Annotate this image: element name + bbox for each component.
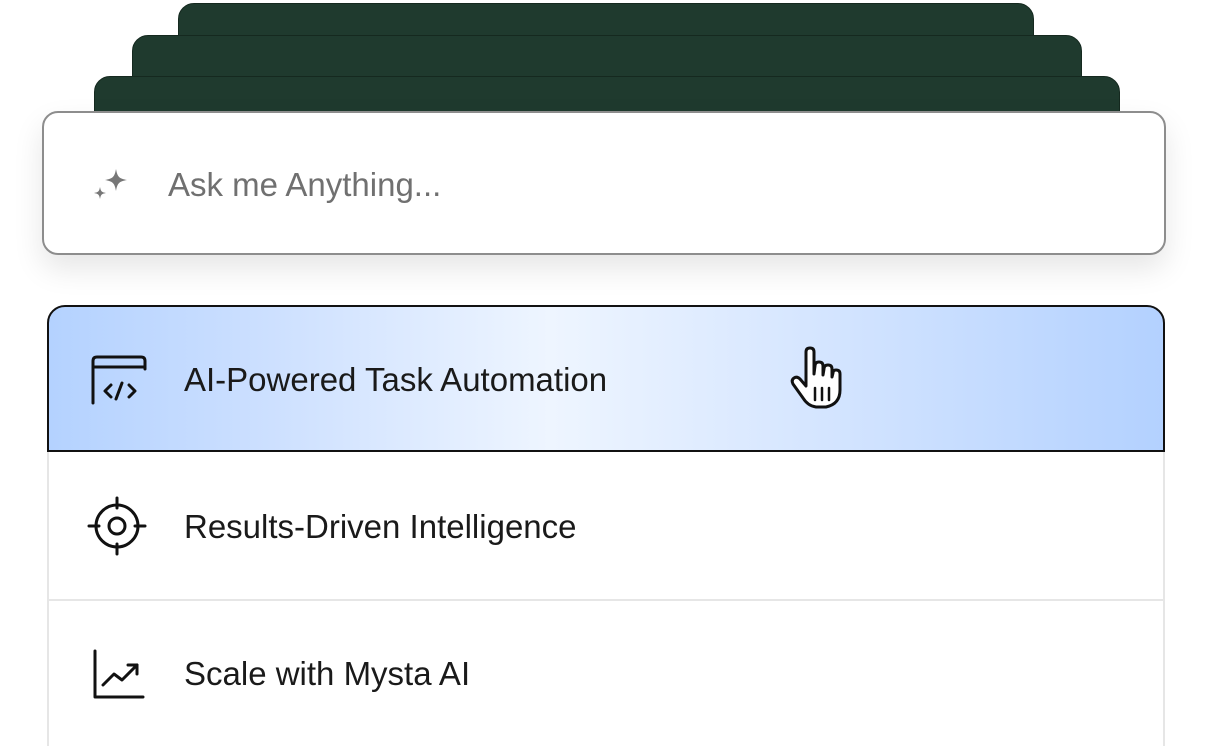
feature-item-results-intelligence[interactable]: Results-Driven Intelligence xyxy=(49,452,1163,601)
search-input[interactable] xyxy=(168,161,1068,209)
feature-list: AI-Powered Task Automation Results-Drive… xyxy=(47,305,1165,746)
code-window-icon xyxy=(91,355,147,405)
search-box[interactable] xyxy=(42,111,1166,255)
feature-label: AI-Powered Task Automation xyxy=(184,361,608,398)
trending-chart-icon xyxy=(93,649,145,699)
feature-label: Results-Driven Intelligence xyxy=(184,508,577,545)
sparkle-icon xyxy=(94,169,127,199)
feature-item-scale-mysta[interactable]: Scale with Mysta AI xyxy=(49,601,1163,748)
feature-label: Scale with Mysta AI xyxy=(184,655,471,692)
target-icon xyxy=(87,496,147,556)
feature-item-task-automation[interactable]: AI-Powered Task Automation xyxy=(47,305,1165,452)
pointer-hand-icon xyxy=(790,346,842,409)
